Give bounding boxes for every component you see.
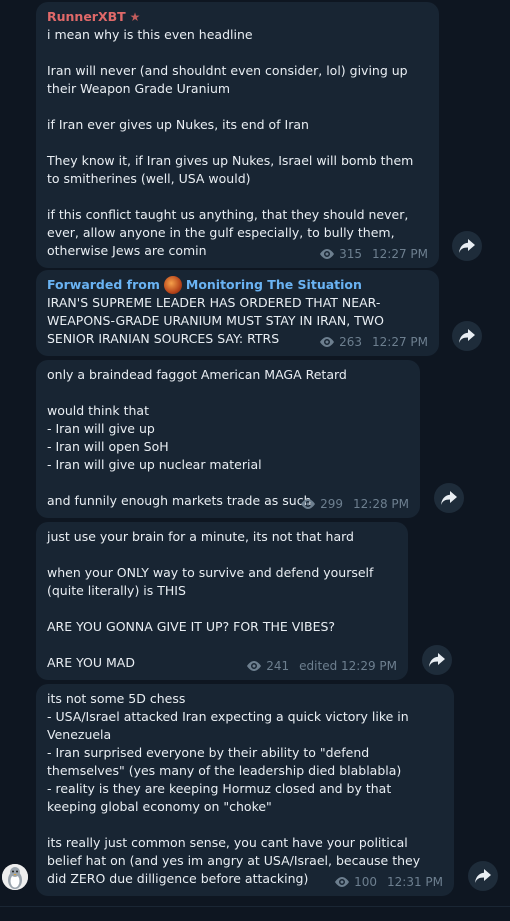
view-count: 241 bbox=[266, 659, 290, 673]
forwarded-header[interactable]: Forwarded from Monitoring The Situation bbox=[47, 276, 428, 294]
message-author[interactable]: RunnerXBT ★ bbox=[47, 8, 428, 26]
share-arrow-icon bbox=[475, 869, 491, 883]
message-time: 12:31 PM bbox=[387, 875, 443, 889]
message-text: only a braindead faggot American MAGA Re… bbox=[47, 367, 347, 508]
share-arrow-icon bbox=[459, 239, 475, 253]
message-text: its not some 5D chess - USA/Israel attac… bbox=[47, 691, 421, 886]
forwarded-source[interactable]: Monitoring The Situation bbox=[186, 276, 362, 294]
eye-icon bbox=[320, 249, 335, 259]
eye-icon bbox=[301, 499, 316, 509]
message-time: edited 12:29 PM bbox=[299, 659, 397, 673]
message-meta: 100 12:31 PM bbox=[334, 873, 443, 891]
share-arrow-icon bbox=[459, 329, 475, 343]
share-button[interactable] bbox=[434, 483, 464, 513]
message-time: 12:27 PM bbox=[372, 247, 428, 261]
message-bubble-forwarded: Forwarded from Monitoring The Situation … bbox=[36, 270, 439, 356]
penguin-icon bbox=[2, 864, 28, 890]
view-count: 100 bbox=[354, 875, 377, 889]
share-button[interactable] bbox=[452, 321, 482, 351]
share-arrow-icon bbox=[441, 491, 457, 505]
message-text: just use your brain for a minute, its no… bbox=[47, 529, 374, 670]
view-count: 299 bbox=[320, 497, 343, 511]
view-count: 315 bbox=[339, 247, 362, 261]
forwarded-prefix: Forwarded from bbox=[47, 277, 160, 292]
bottom-bar bbox=[0, 906, 510, 921]
message-meta: 299 12:28 PM bbox=[300, 495, 409, 513]
message-meta: 263 12:27 PM bbox=[319, 333, 428, 351]
eye-icon bbox=[247, 661, 262, 671]
message-time: 12:28 PM bbox=[353, 497, 409, 511]
author-name[interactable]: RunnerXBT bbox=[47, 8, 126, 26]
star-icon: ★ bbox=[129, 10, 141, 24]
eye-icon bbox=[335, 877, 350, 887]
sender-avatar[interactable] bbox=[2, 864, 28, 890]
share-button[interactable] bbox=[452, 231, 482, 261]
message-bubble: only a braindead faggot American MAGA Re… bbox=[36, 360, 420, 518]
eye-icon bbox=[320, 337, 335, 347]
message-text: i mean why is this even headline Iran wi… bbox=[47, 27, 414, 258]
message-bubble: RunnerXBT ★ i mean why is this even head… bbox=[36, 2, 439, 268]
share-arrow-icon bbox=[429, 653, 445, 667]
message-meta: 241 edited 12:29 PM bbox=[246, 657, 397, 675]
channel-avatar[interactable] bbox=[163, 276, 182, 294]
message-bubble: its not some 5D chess - USA/Israel attac… bbox=[36, 684, 454, 896]
message-bubble: just use your brain for a minute, its no… bbox=[36, 522, 408, 680]
message-time: 12:27 PM bbox=[372, 335, 428, 349]
share-button[interactable] bbox=[468, 861, 498, 891]
view-count: 263 bbox=[339, 335, 362, 349]
message-meta: 315 12:27 PM bbox=[319, 245, 428, 263]
share-button[interactable] bbox=[422, 645, 452, 675]
